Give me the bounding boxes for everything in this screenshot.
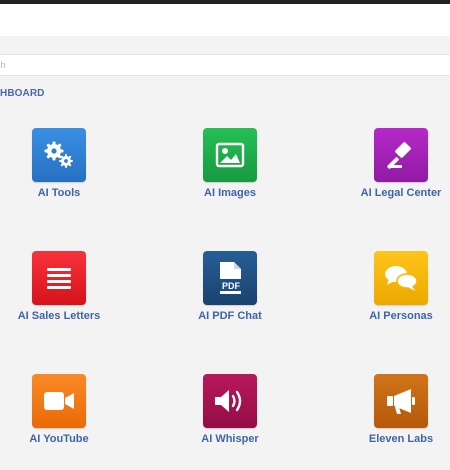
- gavel-icon: [374, 128, 428, 182]
- speaker-icon: [203, 374, 257, 428]
- tile-label: AI Whisper: [201, 433, 259, 445]
- tile-label: AI Tools: [37, 187, 81, 199]
- tile-ai-images[interactable]: AI Images: [165, 128, 295, 224]
- tile-ai-pdf-chat[interactable]: PDF AI PDF Chat: [165, 251, 295, 347]
- tile-label: AI Images: [204, 187, 256, 199]
- tile-label: AI PDF Chat: [198, 310, 262, 322]
- megaphone-icon: [374, 374, 428, 428]
- search-bar[interactable]: [0, 54, 450, 76]
- pdf-file-icon: PDF: [203, 251, 257, 305]
- search-input[interactable]: [0, 55, 450, 75]
- tile-ai-whisper[interactable]: AI Whisper: [165, 374, 295, 470]
- image-icon: [203, 128, 257, 182]
- tile-ai-legal-center[interactable]: AI Legal Center: [336, 128, 450, 224]
- tile-label: AI Personas: [369, 310, 433, 322]
- list-icon: [32, 251, 86, 305]
- tile-ai-personas[interactable]: AI Personas: [336, 251, 450, 347]
- tile-label: AI Sales Letters: [17, 310, 101, 322]
- chat-bubbles-icon: [374, 251, 428, 305]
- tile-label: AI YouTube: [29, 433, 89, 445]
- tile-ai-youtube[interactable]: AI YouTube: [0, 374, 124, 470]
- tile-label: AI Legal Center: [360, 187, 442, 199]
- svg-text:PDF: PDF: [222, 281, 241, 291]
- tile-ai-tools[interactable]: AI Tools: [0, 128, 124, 224]
- video-camera-icon: [32, 374, 86, 428]
- tile-label: Eleven Labs: [368, 433, 434, 445]
- tile-eleven-labs[interactable]: Eleven Labs: [336, 374, 450, 470]
- tile-ai-sales-letters[interactable]: AI Sales Letters: [0, 251, 124, 347]
- section-title: HBOARD: [0, 88, 45, 99]
- app-header: [0, 4, 450, 36]
- gears-icon: [32, 128, 86, 182]
